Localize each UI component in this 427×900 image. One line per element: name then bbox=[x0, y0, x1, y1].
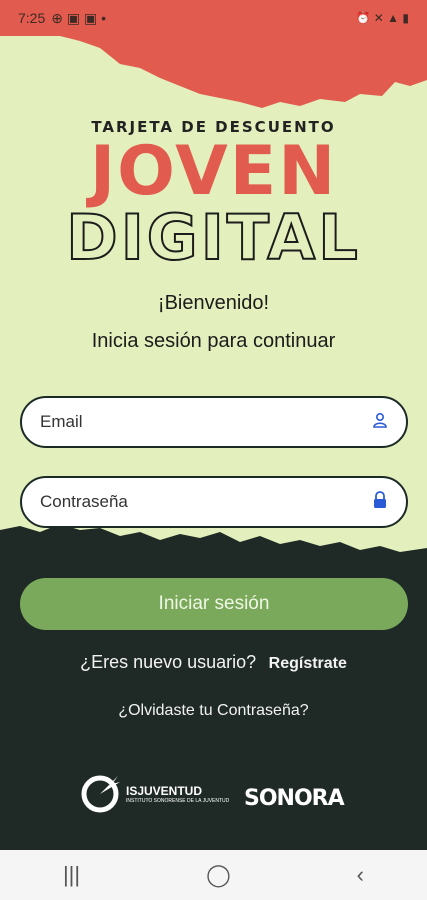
back-button[interactable]: ‹ bbox=[357, 862, 364, 888]
isjuventud-logo: ISJUVENTUD INSTITUTO SONORENSE DE LA JUV… bbox=[78, 772, 229, 816]
user-icon bbox=[372, 412, 388, 433]
brand-title-joven: JOVEN bbox=[89, 132, 338, 211]
forgot-password-link[interactable]: ¿Olvidaste tu Contraseña? bbox=[0, 702, 427, 720]
notification-icons: ⊕ ▣ ▣ • bbox=[51, 9, 107, 26]
recent-apps-button[interactable]: ||| bbox=[63, 862, 80, 888]
register-row: ¿Eres nuevo usuario? Regístrate bbox=[0, 652, 427, 673]
email-input[interactable] bbox=[40, 412, 372, 432]
system-icons: ⏰ ✕ ▲ ▮ bbox=[355, 11, 409, 25]
status-time: 7:25 bbox=[18, 10, 46, 26]
top-torn-banner bbox=[0, 36, 427, 108]
sonora-logo: SONORA bbox=[244, 786, 345, 811]
register-link[interactable]: Regístrate bbox=[269, 655, 347, 672]
login-instruction: Inicia sesión para continuar bbox=[91, 330, 336, 352]
welcome-heading: ¡Bienvenido! bbox=[157, 292, 270, 314]
login-button[interactable]: Iniciar sesión bbox=[20, 578, 408, 630]
brand-logo: TARJETA DE DESCUENTO JOVEN DIGITAL bbox=[0, 118, 427, 274]
register-question: ¿Eres nuevo usuario? bbox=[80, 652, 257, 672]
status-left: 7:25 ⊕ ▣ ▣ • bbox=[18, 10, 106, 27]
email-field[interactable] bbox=[20, 396, 408, 448]
isjuventud-name: ISJUVENTUD bbox=[126, 784, 203, 798]
password-field[interactable] bbox=[20, 476, 408, 528]
status-bar: 7:25 ⊕ ▣ ▣ • ⏰ ✕ ▲ ▮ bbox=[0, 0, 427, 36]
brand-title-digital: DIGITAL bbox=[65, 201, 361, 274]
password-input[interactable] bbox=[40, 492, 372, 512]
sponsor-logos: ISJUVENTUD INSTITUTO SONORENSE DE LA JUV… bbox=[0, 772, 427, 832]
status-right: ⏰ ✕ ▲ ▮ bbox=[356, 11, 409, 25]
lock-icon bbox=[372, 490, 388, 514]
home-button[interactable]: ◯ bbox=[206, 862, 231, 888]
isjuventud-emblem-icon bbox=[81, 775, 120, 813]
android-nav-bar: ||| ◯ ‹ bbox=[0, 850, 427, 900]
isjuventud-subtitle: INSTITUTO SONORENSE DE LA JUVENTUD bbox=[126, 798, 230, 804]
